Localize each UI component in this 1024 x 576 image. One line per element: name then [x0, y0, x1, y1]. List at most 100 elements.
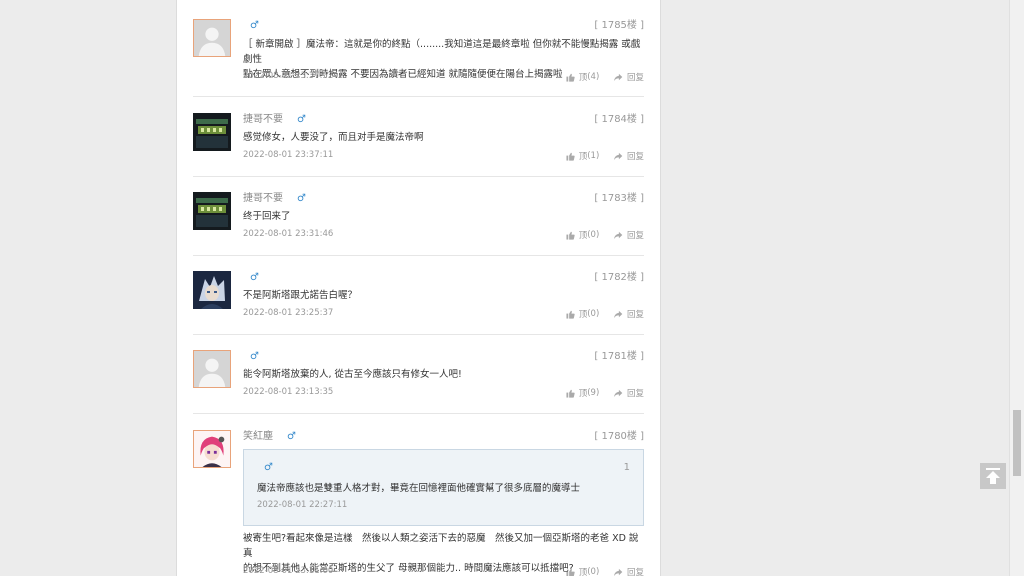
- reply-button[interactable]: 回复: [613, 308, 644, 320]
- male-gender-icon: ♂: [250, 20, 259, 31]
- male-gender-icon: ♂: [250, 272, 259, 283]
- like-button[interactable]: 顶 (9): [566, 387, 600, 399]
- user-avatar[interactable]: [193, 350, 231, 388]
- comment-text-line: 不是阿斯塔跟尤諾告白喔？: [243, 290, 358, 301]
- like-button[interactable]: 顶 (0): [566, 308, 600, 320]
- thumbs-up-icon: [566, 310, 575, 319]
- reply-arrow-icon: [613, 310, 623, 319]
- thumbs-up-icon: [566, 73, 575, 82]
- comment-list: ♂ [ 1785楼 ] ［ 新章開啟 ］魔法帝：這就是你的終點（........…: [176, 0, 661, 576]
- reply-button[interactable]: 回复: [613, 566, 644, 576]
- comment-time: 2022-08-01 23:31:46: [243, 229, 334, 239]
- comment-time: 2022-08-01 23:13:35: [243, 387, 334, 397]
- reply-button[interactable]: 回复: [613, 150, 644, 162]
- comment-item: 捷哥不要 ♂ [ 1783楼 ] 终于回来了 2022-08-01 23:31:…: [193, 192, 644, 256]
- male-gender-icon: ♂: [297, 193, 306, 204]
- default-avatar-icon: [194, 20, 230, 56]
- reply-label: 回复: [626, 568, 644, 576]
- comment-text: 终于回来了: [243, 209, 644, 224]
- reply-arrow-icon: [613, 389, 623, 398]
- anime-girl-avatar-icon: [194, 431, 230, 467]
- comment-item: ♂ [ 1782楼 ] 不是阿斯塔跟尤諾告白喔？ 2022-08-01 23:2…: [193, 271, 644, 335]
- scrollbar-thumb[interactable]: [1013, 410, 1021, 476]
- like-label: 顶: [578, 231, 588, 241]
- comment-text: 感觉修女，人要没了，而且对手是魔法帝啊: [243, 130, 644, 145]
- floor-number: [ 1782楼 ]: [594, 272, 644, 283]
- user-avatar[interactable]: [193, 19, 231, 57]
- quote-text: 魔法帝應該也是雙重人格才對，畢竟在回憶裡面他確實幫了很多底層的魔導士: [257, 483, 581, 494]
- thumbs-up-icon: [566, 152, 575, 161]
- comment-item: 笑紅塵 ♂ [ 1780楼 ] ♂ 1 魔法帝應該也是雙重人格才對，畢竟在回憶裡…: [193, 430, 644, 576]
- thumbs-up-icon: [566, 231, 575, 240]
- reply-button[interactable]: 回复: [613, 229, 644, 241]
- reply-label: 回复: [626, 389, 644, 399]
- like-label: 顶: [578, 152, 588, 162]
- male-gender-icon: ♂: [250, 351, 259, 362]
- reply-label: 回复: [626, 73, 644, 83]
- reply-label: 回复: [626, 310, 644, 320]
- like-count: (9): [587, 388, 600, 398]
- like-button[interactable]: 顶 (0): [566, 229, 600, 241]
- thumbs-up-icon: [566, 568, 575, 576]
- like-button[interactable]: 顶 (1): [566, 150, 600, 162]
- like-count: (4): [587, 72, 600, 82]
- default-avatar-icon: [194, 351, 230, 387]
- user-avatar[interactable]: [193, 430, 231, 468]
- floor-number: [ 1785楼 ]: [594, 20, 644, 31]
- comment-text: 能令阿斯塔放棄的人, 從古至今應該只有修女一人吧!: [243, 367, 644, 382]
- user-avatar[interactable]: [193, 271, 231, 309]
- floor-number: [ 1784楼 ]: [594, 114, 644, 125]
- like-count: (1): [587, 151, 600, 161]
- username[interactable]: 笑紅塵: [243, 431, 273, 443]
- comment-time: 2022-08-01 23:11:00: [243, 566, 334, 576]
- male-gender-icon: ♂: [264, 462, 273, 473]
- comment-time: 2022-08-01 23:37:52: [243, 71, 334, 81]
- thumbs-up-icon: [566, 389, 575, 398]
- comment-item: ♂ [ 1781楼 ] 能令阿斯塔放棄的人, 從古至今應該只有修女一人吧! 20…: [193, 350, 644, 414]
- arrow-up-icon: [986, 468, 1000, 484]
- reply-button[interactable]: 回复: [613, 71, 644, 83]
- username[interactable]: 捷哥不要: [243, 114, 283, 126]
- like-count: (0): [587, 230, 600, 240]
- reply-label: 回复: [626, 231, 644, 241]
- comment-text: 不是阿斯塔跟尤諾告白喔？: [243, 288, 644, 303]
- game-cover-avatar-icon: [193, 192, 231, 230]
- comment-time: 2022-08-01 23:37:11: [243, 150, 334, 160]
- like-count: (0): [587, 309, 600, 319]
- male-gender-icon: ♂: [297, 114, 306, 125]
- male-gender-icon: ♂: [287, 431, 296, 442]
- user-avatar[interactable]: [193, 113, 231, 151]
- like-button[interactable]: 顶 (0): [566, 566, 600, 576]
- comment-text-line: ［ 新章開啟 ］魔法帝：這就是你的終點（........我知道這是最終章啦 但你…: [243, 39, 641, 65]
- reply-arrow-icon: [613, 231, 623, 240]
- like-label: 顶: [578, 568, 588, 576]
- game-cover-avatar-icon: [193, 113, 231, 151]
- comment-text-line: 感觉修女，人要没了，而且对手是魔法帝啊: [243, 132, 424, 143]
- comment-text-line: 终于回来了: [243, 211, 291, 222]
- floor-number: [ 1780楼 ]: [594, 431, 644, 442]
- like-label: 顶: [578, 310, 588, 320]
- comment-text-line: 被寄生吧?看起來像是這樣 然後以人類之姿活下去的惡魔 然後又加一個亞斯塔的老爸 …: [243, 533, 639, 559]
- quote-time: 2022-08-01 22:27:11: [257, 500, 348, 510]
- page-scrollbar[interactable]: [1009, 0, 1024, 576]
- quote-floor-number: 1: [623, 462, 630, 473]
- comment-item: ♂ [ 1785楼 ] ［ 新章開啟 ］魔法帝：這就是你的終點（........…: [193, 19, 644, 97]
- like-button[interactable]: 顶 (4): [566, 71, 600, 83]
- user-avatar[interactable]: [193, 192, 231, 230]
- username[interactable]: 捷哥不要: [243, 193, 283, 205]
- reply-label: 回复: [626, 152, 644, 162]
- floor-number: [ 1781楼 ]: [594, 351, 644, 362]
- floor-number: [ 1783楼 ]: [594, 193, 644, 204]
- reply-arrow-icon: [613, 568, 623, 576]
- like-count: (0): [587, 567, 600, 576]
- like-label: 顶: [578, 73, 588, 83]
- reply-button[interactable]: 回复: [613, 387, 644, 399]
- like-label: 顶: [578, 389, 588, 399]
- comment-time: 2022-08-01 23:25:37: [243, 308, 334, 318]
- comment-item: 捷哥不要 ♂ [ 1784楼 ] 感觉修女，人要没了，而且对手是魔法帝啊 202…: [193, 113, 644, 177]
- back-to-top-button[interactable]: [980, 463, 1006, 489]
- anime-character-avatar-icon: [193, 271, 231, 309]
- comment-text-line: 能令阿斯塔放棄的人, 從古至今應該只有修女一人吧!: [243, 369, 462, 380]
- quoted-comment: ♂ 1 魔法帝應該也是雙重人格才對，畢竟在回憶裡面他確實幫了很多底層的魔導士 2…: [243, 449, 644, 526]
- reply-arrow-icon: [613, 152, 623, 161]
